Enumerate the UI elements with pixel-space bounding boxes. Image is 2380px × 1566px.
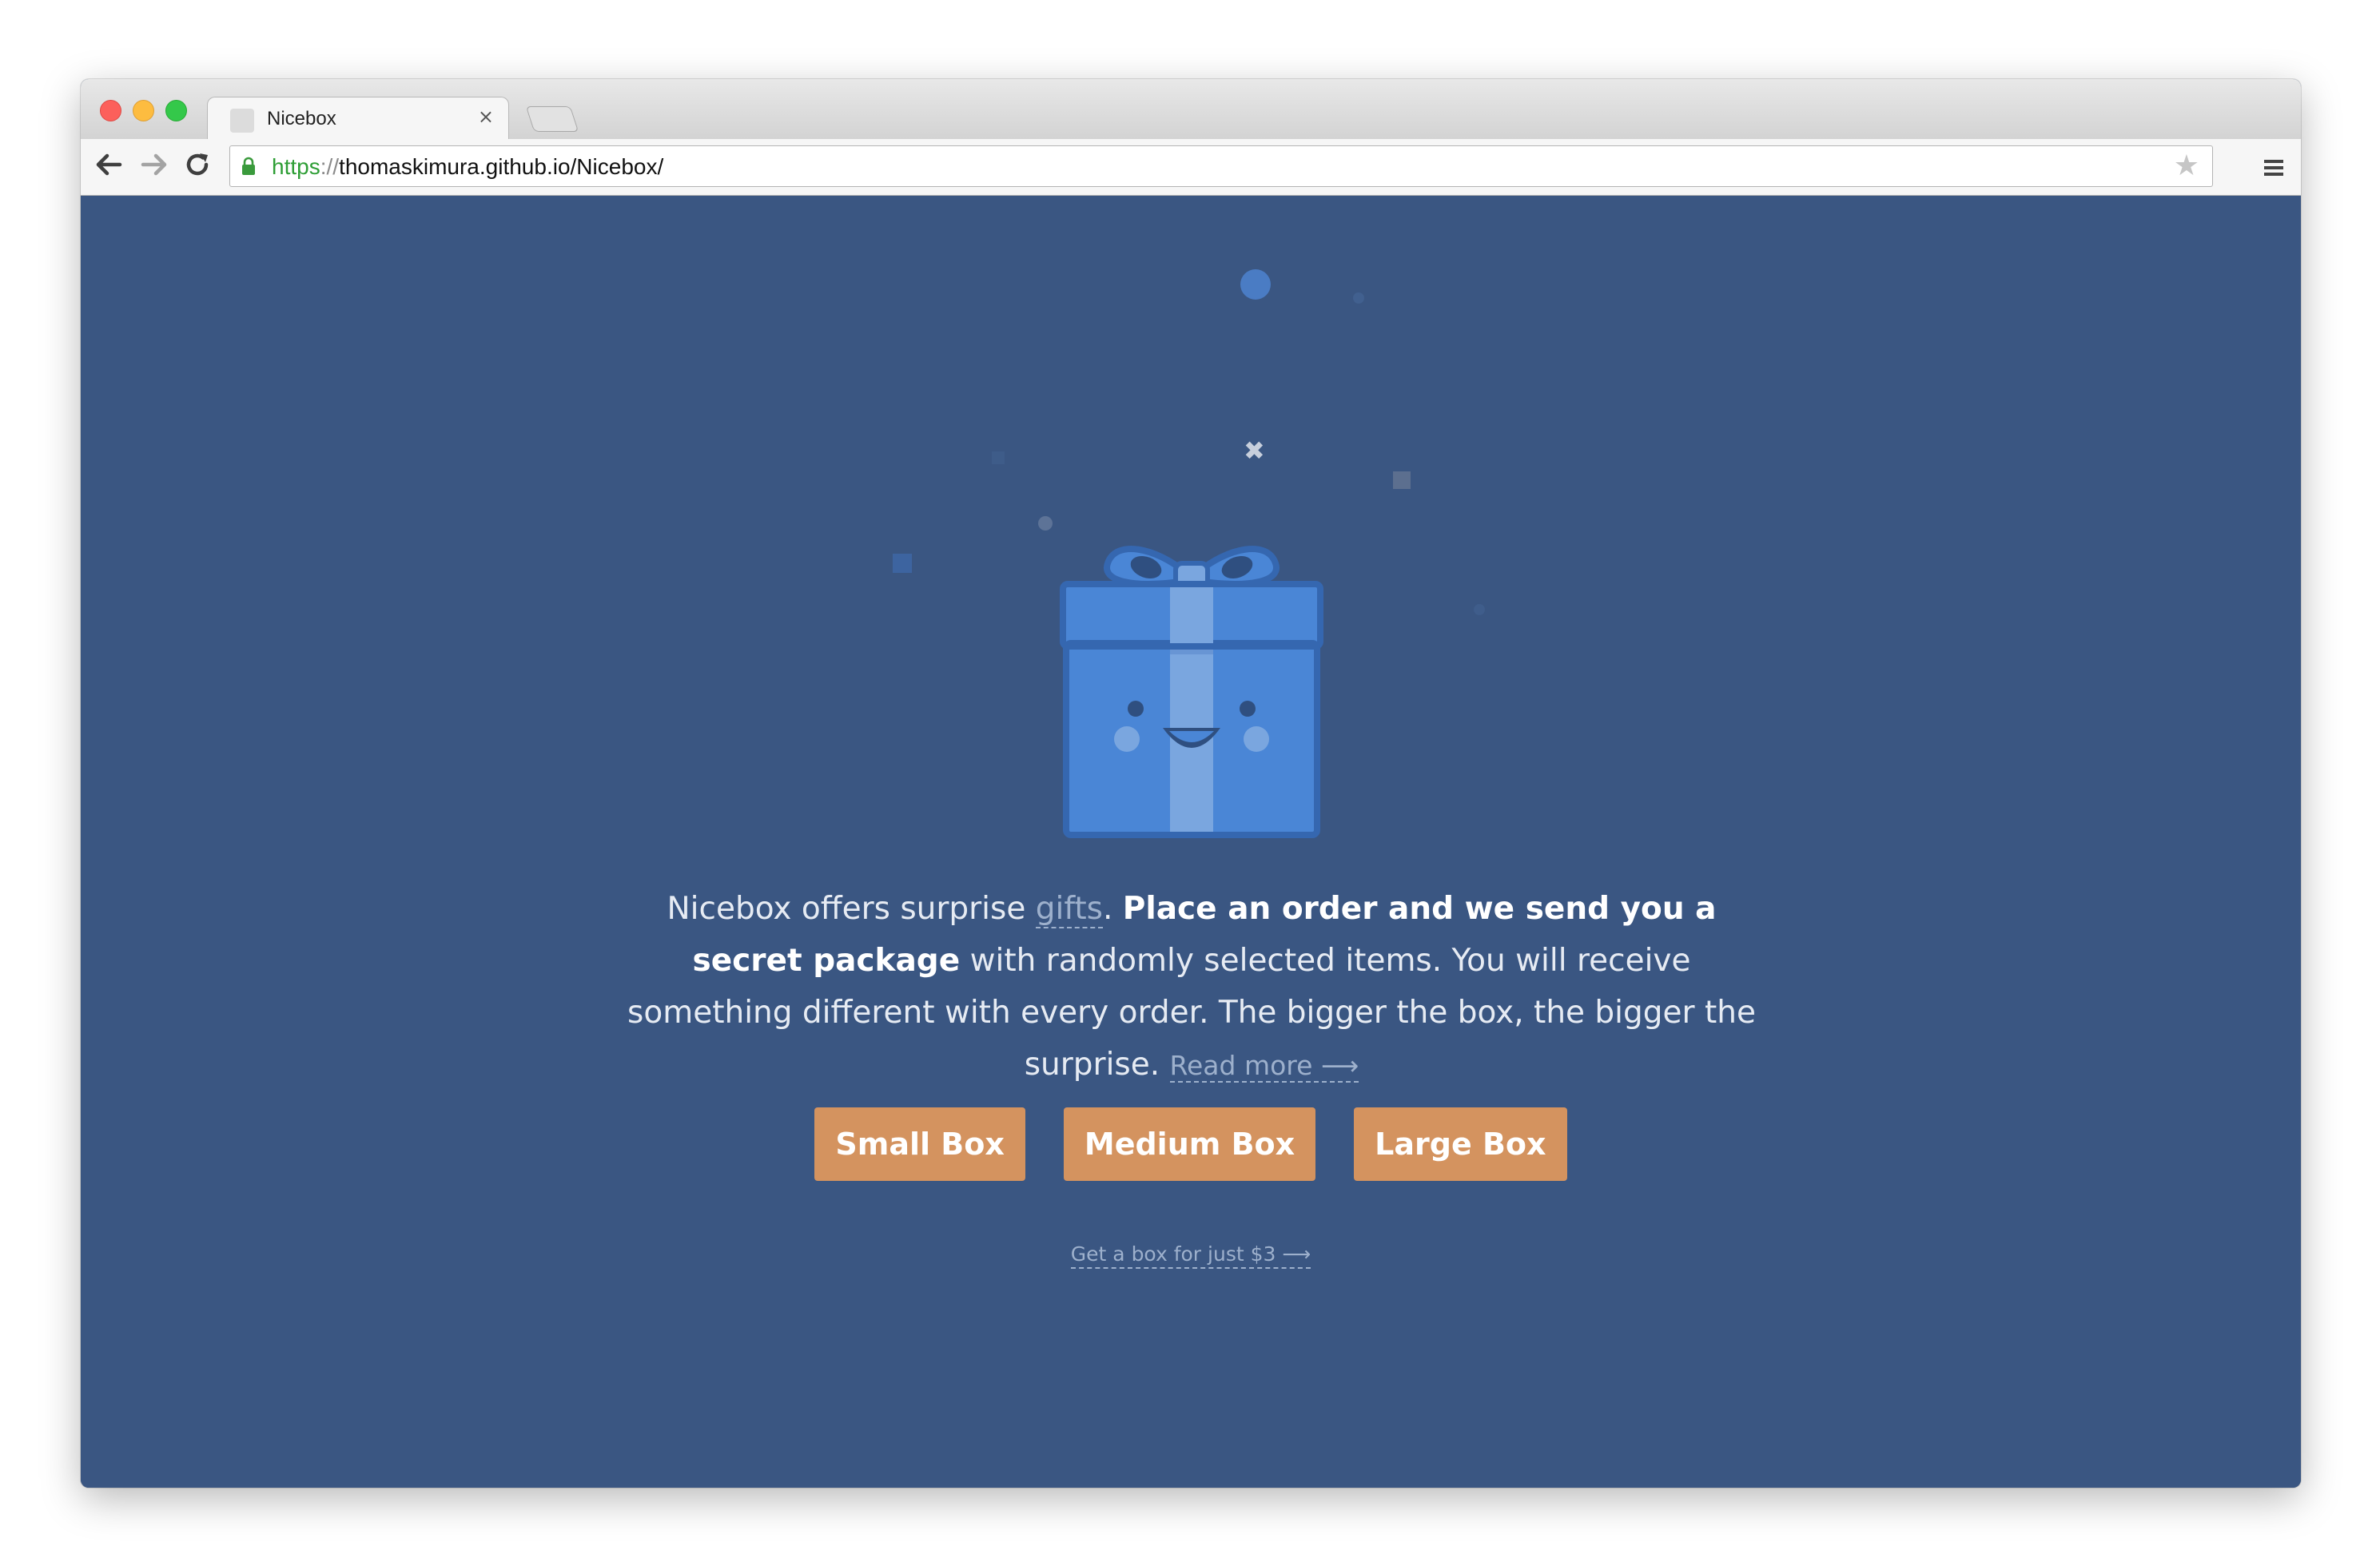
small-box-button[interactable]: Small Box	[814, 1107, 1025, 1181]
cheap-box-link-row: Get a box for just $3 ⟶	[81, 1242, 2301, 1269]
browser-window: Nicebox × https://thomaskimura.github.io…	[81, 79, 2301, 1488]
confetti-x-icon: ✖	[1244, 435, 1265, 466]
confetti-square-blue	[893, 554, 912, 573]
large-box-button[interactable]: Large Box	[1354, 1107, 1567, 1181]
tab-nicebox[interactable]: Nicebox ×	[207, 97, 509, 141]
confetti-circle-large	[1240, 269, 1271, 300]
minimize-window-button[interactable]	[133, 100, 154, 121]
page-content: ✖ Nicebox offers surprise gifts. Place a…	[81, 196, 2301, 1488]
forward-arrow-icon[interactable]	[138, 149, 170, 181]
confetti-circle-small	[1038, 516, 1053, 531]
confetti-square-faint	[992, 451, 1005, 464]
confetti-circle-faint-2	[1474, 604, 1485, 615]
back-arrow-icon[interactable]	[93, 149, 125, 181]
close-window-button[interactable]	[100, 100, 121, 121]
cheap-box-link[interactable]: Get a box for just $3 ⟶	[1070, 1242, 1311, 1269]
favicon-icon	[230, 109, 254, 133]
address-bar[interactable]: https://thomaskimura.github.io/Nicebox/ …	[229, 145, 2213, 187]
read-more-link[interactable]: Read more ⟶	[1169, 1050, 1359, 1083]
confetti-square	[1393, 471, 1411, 489]
browser-toolbar: https://thomaskimura.github.io/Nicebox/ …	[81, 139, 2301, 196]
medium-box-button[interactable]: Medium Box	[1063, 1107, 1316, 1181]
box-buttons: Small Box Medium Box Large Box	[81, 1107, 2301, 1181]
confetti-circle-faint	[1353, 292, 1364, 304]
menu-icon[interactable]	[2264, 160, 2283, 179]
gifts-link[interactable]: gifts	[1035, 891, 1103, 928]
tab-strip: Nicebox ×	[81, 79, 2301, 141]
star-icon[interactable]: ★	[2174, 149, 2199, 182]
tab-close-icon[interactable]: ×	[478, 105, 494, 128]
intro-paragraph: Nicebox offers surprise gifts. Place an …	[627, 891, 1756, 1083]
maximize-window-button[interactable]	[165, 100, 187, 121]
new-tab-button[interactable]	[525, 106, 579, 132]
lock-icon	[241, 157, 256, 176]
gift-box-icon	[1060, 531, 1323, 839]
url-text: https://thomaskimura.github.io/Nicebox/	[272, 154, 664, 179]
tab-title: Nicebox	[267, 108, 336, 129]
reload-icon[interactable]	[181, 149, 213, 181]
